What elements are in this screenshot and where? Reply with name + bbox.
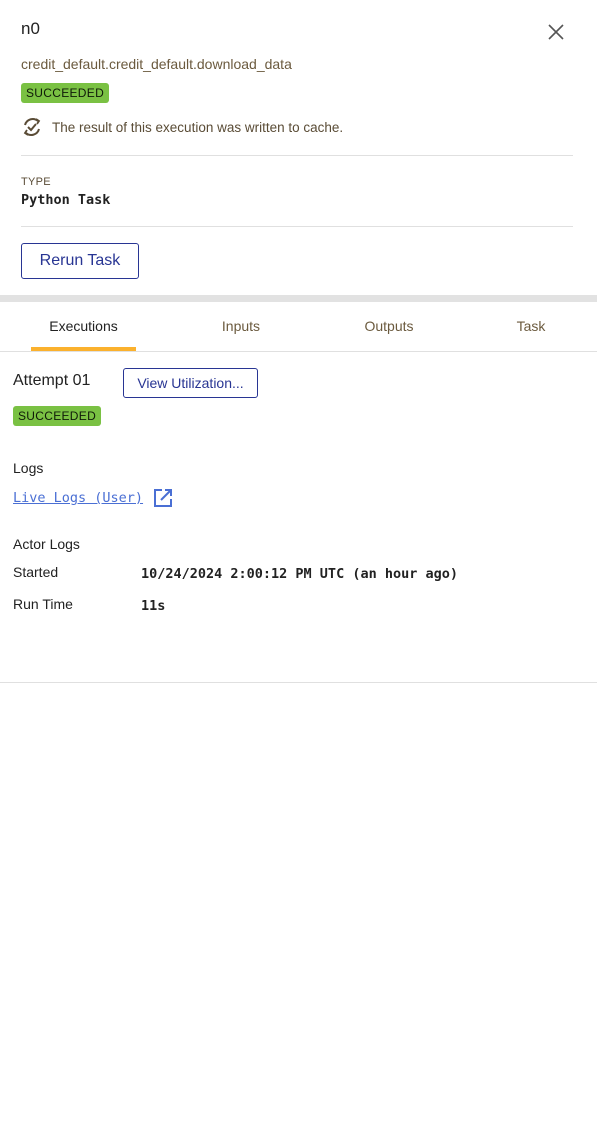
section-separator <box>0 295 597 302</box>
type-label: TYPE <box>21 176 51 188</box>
live-logs-link[interactable]: Live Logs (User) <box>13 490 143 506</box>
cache-info: The result of this execution was written… <box>21 116 343 138</box>
runtime-label: Run Time <box>13 596 73 612</box>
divider <box>21 155 573 156</box>
runtime-value: 11s <box>141 598 166 614</box>
divider <box>0 682 597 683</box>
attempt-label: Attempt 01 <box>13 372 91 389</box>
attempt-status-badge: SUCCEEDED <box>13 406 102 426</box>
divider <box>21 226 573 227</box>
close-icon[interactable] <box>546 22 566 42</box>
status-badge: SUCCEEDED <box>21 83 110 103</box>
rerun-task-button[interactable]: Rerun Task <box>21 243 139 279</box>
started-label: Started <box>13 564 59 580</box>
logs-label: Logs <box>13 460 44 476</box>
tab-executions[interactable]: Executions <box>31 318 136 334</box>
view-utilization-button[interactable]: View Utilization... <box>123 368 258 398</box>
type-value: Python Task <box>21 192 111 208</box>
tabs-border <box>0 351 597 352</box>
cache-message: The result of this execution was written… <box>52 119 344 135</box>
tab-outputs[interactable]: Outputs <box>345 318 433 334</box>
external-link-icon[interactable] <box>153 488 173 508</box>
tab-task[interactable]: Task <box>500 318 562 334</box>
started-value: 10/24/2024 2:00:12 PM UTC (an hour ago) <box>141 566 458 582</box>
tab-inputs[interactable]: Inputs <box>200 318 282 334</box>
node-title: n0 <box>21 19 40 38</box>
actor-logs-label: Actor Logs <box>13 536 80 552</box>
task-name: credit_default.credit_default.download_d… <box>21 56 292 72</box>
cache-check-icon <box>23 118 41 136</box>
